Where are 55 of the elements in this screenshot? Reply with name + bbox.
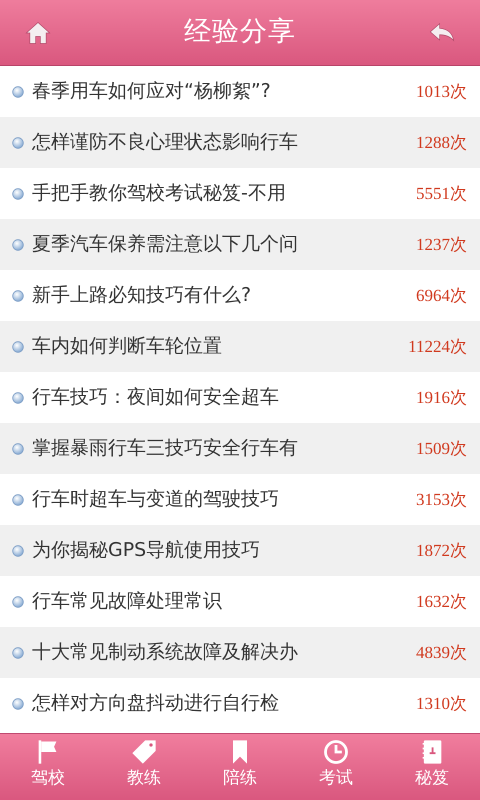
article-title: 手把手教你驾校考试秘笈-不用 (32, 181, 287, 206)
article-title: 行车技巧：夜间如何安全超车 (32, 385, 280, 410)
bullet-icon (12, 494, 24, 506)
article-row[interactable]: 行车技巧：夜间如何安全超车 1916次 (0, 372, 480, 423)
bullet-icon (12, 392, 24, 404)
article-title: 新手上路必知技巧有什么? (32, 283, 252, 308)
view-count: 1632次 (416, 590, 467, 613)
clock-icon (322, 738, 350, 766)
article-row[interactable]: 春季用车如何应对“杨柳絮”? 1013次 (0, 66, 480, 117)
bullet-icon (12, 596, 24, 608)
article-title: 十大常见制动系统故障及解决办 (32, 640, 299, 666)
bullet-icon (12, 442, 24, 454)
article-row[interactable]: 夏季汽车保养需注意以下几个问 1237次 (0, 219, 480, 270)
article-title: 掌握暴雨行车三技巧安全行车有 (32, 436, 299, 462)
article-row[interactable]: 十大常见制动系统故障及解决办 4839次 (0, 627, 480, 678)
article-row[interactable]: 怎样对方向盘抖动进行自行检 1310次 (0, 678, 480, 729)
view-count: 1237次 (416, 234, 467, 256)
view-count: 1013次 (416, 80, 467, 103)
page-title: 经验分享 (184, 15, 296, 50)
view-count: 11224次 (408, 336, 467, 358)
tag-icon (130, 738, 158, 766)
view-count: 6964次 (416, 284, 467, 307)
view-count: 1916次 (416, 386, 467, 409)
bullet-icon (12, 86, 24, 98)
article-title: 行车常见故障处理常识 (32, 589, 223, 614)
article-title: 夏季汽车保养需注意以下几个问 (32, 232, 299, 258)
article-title: 春季用车如何应对“杨柳絮”? (32, 79, 272, 104)
article-title: 怎样对方向盘抖动进行自行检 (32, 691, 280, 716)
view-count: 1872次 (416, 540, 467, 562)
view-count: 1509次 (416, 438, 467, 460)
bullet-icon (12, 188, 24, 200)
article-row[interactable]: 为你揭秘GPS导航使用技巧 1872次 (0, 525, 480, 576)
article-title: 怎样谨防不良心理状态影响行车 (32, 130, 299, 156)
article-row[interactable]: 新手上路必知技巧有什么? 6964次 (0, 270, 480, 321)
view-count: 1288次 (416, 132, 467, 154)
article-row[interactable]: 掌握暴雨行车三技巧安全行车有 1509次 (0, 423, 480, 474)
bullet-icon (12, 340, 24, 352)
article-title: 为你揭秘GPS导航使用技巧 (32, 538, 262, 564)
bullet-icon (12, 698, 24, 710)
article-title: 行车时超车与变道的驾驶技巧 (32, 487, 280, 512)
article-row[interactable]: 行车常见故障处理常识 1632次 (0, 576, 480, 627)
bullet-icon (12, 290, 24, 302)
article-title: 车内如何判断车轮位置 (32, 334, 223, 360)
bullet-icon (12, 136, 24, 148)
article-row[interactable]: 怎样谨防不良心理状态影响行车 1288次 (0, 117, 480, 168)
view-count: 4839次 (416, 642, 467, 664)
article-row[interactable]: 车内如何判断车轮位置 11224次 (0, 321, 480, 372)
view-count: 1310次 (416, 692, 467, 715)
article-row[interactable]: 手把手教你驾校考试秘笈-不用 5551次 (0, 168, 480, 219)
article-row[interactable]: 行车时超车与变道的驾驶技巧 3153次 (0, 474, 480, 525)
view-count: 5551次 (416, 182, 467, 205)
view-count: 3153次 (416, 488, 467, 511)
bullet-icon (12, 238, 24, 250)
bullet-icon (12, 646, 24, 658)
bullet-icon (12, 544, 24, 556)
